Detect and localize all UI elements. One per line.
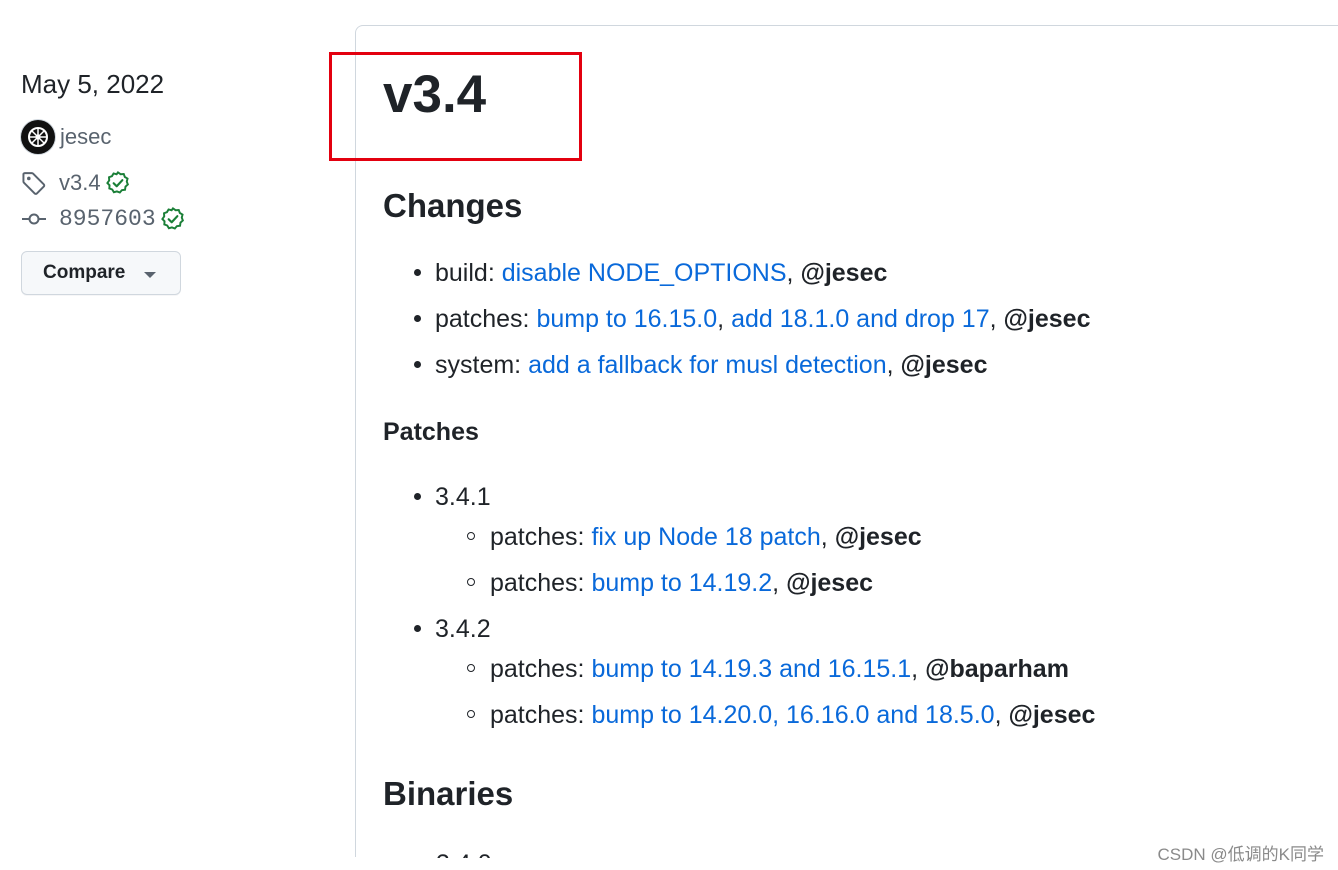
tag-link[interactable]: v3.4 — [59, 170, 101, 196]
mention[interactable]: @jesec — [835, 523, 922, 551]
watermark: CSDN @低调的K同学 — [1157, 845, 1325, 864]
verified-icon[interactable] — [160, 206, 186, 232]
list-item: 3.4.1 — [414, 482, 491, 512]
commit-icon — [22, 213, 46, 225]
commit-link[interactable]: 8957603 — [59, 206, 156, 232]
mention[interactable]: @jesec — [901, 351, 988, 379]
patches-heading: Patches — [383, 418, 479, 446]
list-item: 3.4.0 — [436, 842, 492, 858]
compare-button[interactable]: Compare — [21, 251, 181, 295]
patch-link[interactable]: fix up Node 18 patch — [591, 523, 820, 551]
mention[interactable]: @jesec — [786, 569, 873, 597]
author-row[interactable]: jesec — [21, 120, 111, 154]
binaries-heading: Binaries — [383, 775, 514, 812]
circle-bullet — [467, 532, 475, 541]
release-sidebar: May 5, 2022 jesec v3.4 8957603 Compare — [0, 0, 330, 870]
circle-bullet — [467, 710, 475, 719]
bullet — [414, 360, 421, 368]
list-item: patches: bump to 16.15.0, add 18.1.0 and… — [414, 304, 1090, 334]
compare-label: Compare — [43, 262, 126, 283]
changes-heading: Changes — [383, 187, 523, 224]
list-item: patches: bump to 14.20.0, 16.16.0 and 18… — [467, 700, 1095, 730]
circle-bullet — [467, 578, 475, 587]
caret-down-icon — [144, 271, 157, 278]
release-title[interactable]: v3.4 — [383, 64, 486, 125]
commit-row[interactable]: 8957603 — [21, 206, 186, 232]
mention[interactable]: @jesec — [1008, 701, 1095, 729]
bullet — [414, 492, 421, 500]
author-link[interactable]: jesec — [60, 124, 111, 150]
avatar-wheel-icon — [28, 127, 48, 147]
list-item: 3.4.2 — [414, 614, 491, 644]
change-link[interactable]: bump to 16.15.0 — [536, 305, 717, 333]
bullet — [414, 268, 421, 276]
patch-link[interactable]: bump to 14.19.2 — [591, 569, 772, 597]
list-item: system: add a fallback for musl detectio… — [414, 350, 987, 380]
list-item: build: disable NODE_OPTIONS, @jesec — [414, 258, 887, 288]
change-link[interactable]: add a fallback for musl detection — [528, 351, 887, 379]
change-link[interactable]: add 18.1.0 and drop 17 — [731, 305, 990, 333]
bullet — [414, 624, 421, 632]
tag-row[interactable]: v3.4 — [21, 170, 131, 196]
release-date: May 5, 2022 — [21, 69, 165, 99]
patch-link[interactable]: bump to 14.20.0, 16.16.0 and 18.5.0 — [591, 701, 994, 729]
tag-icon — [22, 172, 46, 195]
mention[interactable]: @jesec — [800, 259, 887, 287]
mention[interactable]: @baparham — [925, 655, 1069, 683]
verified-icon[interactable] — [105, 170, 131, 196]
bullet — [414, 314, 421, 322]
list-item: patches: bump to 14.19.2, @jesec — [467, 568, 873, 598]
avatar[interactable] — [21, 120, 55, 154]
list-item: patches: fix up Node 18 patch, @jesec — [467, 522, 922, 552]
circle-bullet — [467, 664, 475, 673]
change-link[interactable]: disable NODE_OPTIONS — [502, 259, 787, 287]
patch-link[interactable]: bump to 14.19.3 and 16.15.1 — [591, 655, 911, 683]
list-item: patches: bump to 14.19.3 and 16.15.1, @b… — [467, 654, 1069, 684]
mention[interactable]: @jesec — [1004, 305, 1091, 333]
patch-version: 3.4.1 — [435, 483, 491, 511]
patch-version: 3.4.2 — [435, 615, 491, 643]
